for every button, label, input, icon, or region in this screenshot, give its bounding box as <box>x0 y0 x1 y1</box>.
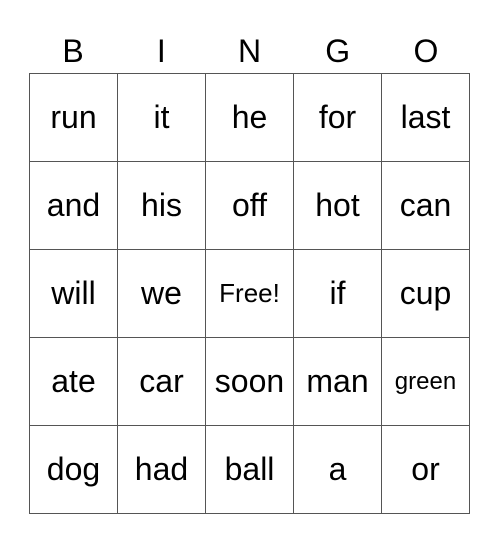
bingo-cell: a <box>294 426 382 514</box>
bingo-cell: man <box>294 338 382 426</box>
bingo-cell: dog <box>30 426 118 514</box>
bingo-cell: cup <box>382 250 470 338</box>
bingo-cell: can <box>382 162 470 250</box>
bingo-cell: ate <box>30 338 118 426</box>
bingo-cell: his <box>118 162 206 250</box>
header-letter-b: B <box>62 33 84 69</box>
bingo-cell: for <box>294 74 382 162</box>
bingo-cell: soon <box>206 338 294 426</box>
header-letter-g: G <box>325 33 351 69</box>
bingo-cell: and <box>30 162 118 250</box>
bingo-header: B I N G O <box>29 30 470 73</box>
bingo-cell: it <box>118 74 206 162</box>
bingo-cell: off <box>206 162 294 250</box>
bingo-cell: ball <box>206 426 294 514</box>
bingo-cell: or <box>382 426 470 514</box>
free-space-cell: Free! <box>206 250 294 338</box>
bingo-cell: last <box>382 74 470 162</box>
bingo-cell: green <box>382 338 470 426</box>
header-letter-o: O <box>413 33 439 69</box>
bingo-cell: will <box>30 250 118 338</box>
header-letter-n: N <box>237 33 262 69</box>
bingo-cell: he <box>206 74 294 162</box>
header-letter-i: I <box>156 33 166 69</box>
bingo-cell: if <box>294 250 382 338</box>
bingo-cell: had <box>118 426 206 514</box>
bingo-cell: car <box>118 338 206 426</box>
bingo-cell: hot <box>294 162 382 250</box>
bingo-card-grid: run it he for last and his off hot can w… <box>29 73 470 514</box>
bingo-cell: run <box>30 74 118 162</box>
bingo-cell: we <box>118 250 206 338</box>
